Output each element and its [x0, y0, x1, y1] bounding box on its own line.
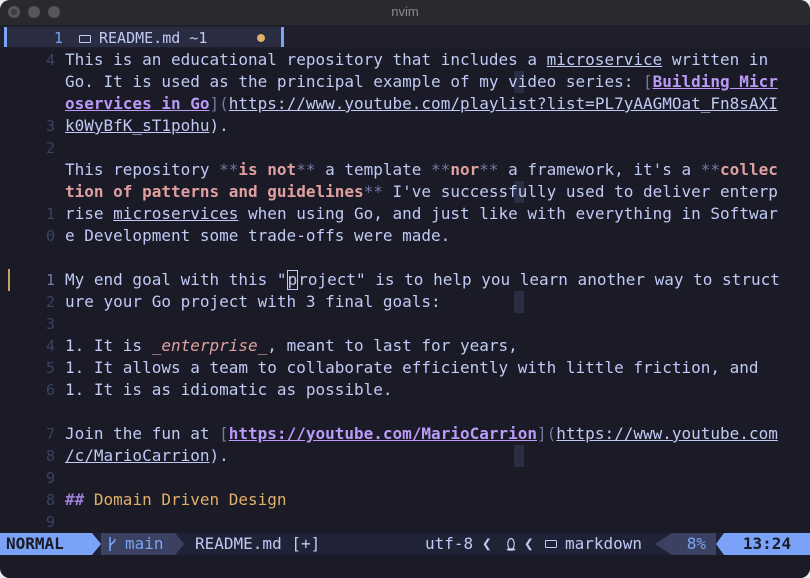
editor-line-current: My end goal with this "project" is to he… — [65, 270, 780, 290]
branch-name: main — [125, 534, 164, 553]
buffer-number: 1 — [54, 29, 64, 47]
filetype: markdown — [565, 534, 643, 553]
editor-line: This is an educational repository that i… — [65, 50, 769, 69]
separator-arrow — [92, 533, 101, 555]
editor-line: rise microservices when using Go, and ju… — [65, 204, 778, 223]
text-cursor: p — [286, 270, 299, 290]
editor-line: ure your Go project with 3 final goals: — [65, 292, 441, 311]
editor-line: This repository **is not** a template **… — [65, 160, 778, 179]
line-number: 3 — [45, 117, 55, 135]
editor-line: 1. It allows a team to collaborate effic… — [65, 358, 759, 377]
buffer-tab-readme[interactable]: 1 README.md ~1 — [4, 27, 284, 47]
editor-line: Go. It is used as the principal example … — [65, 72, 778, 91]
line-number: 5 — [45, 359, 55, 377]
editor-line: oservices in Go](https://www.youtube.com… — [65, 94, 778, 113]
command-line[interactable] — [0, 555, 810, 578]
indent-guide — [514, 445, 524, 467]
scroll-progress: 8% — [672, 533, 716, 555]
line-number: 4 — [45, 337, 55, 355]
line-number: 7 — [45, 425, 55, 443]
linux-tux-icon — [506, 537, 516, 551]
line-number: 4 — [45, 51, 55, 69]
editor-pane[interactable]: 4 This is an educational repository that… — [0, 49, 810, 533]
line-number: 2 — [45, 293, 55, 311]
editor-line: k0WyBfK_sT1pohu). — [65, 116, 229, 135]
statusline: NORMAL main README.md [+] utf-8 ❮ ❮ mark… — [0, 533, 810, 555]
editor-line: e Development some trade-offs were made. — [65, 226, 451, 245]
window-title: nvim — [391, 4, 419, 19]
chevron-left-icon: ❮ — [524, 534, 534, 553]
line-number: 9 — [45, 513, 55, 531]
markdown-icon — [79, 35, 91, 43]
line-number: 8 — [45, 491, 55, 509]
line-number: 8 — [45, 447, 55, 465]
separator-arrow — [655, 533, 672, 555]
current-line-number: 1 — [45, 271, 55, 289]
line-number: 1 — [45, 205, 55, 223]
file-encoding: utf-8 — [425, 534, 474, 553]
editor-line: 1. It is _enterprise_, meant to last for… — [65, 336, 518, 355]
bufferline: 1 README.md ~1 — [0, 25, 810, 49]
chevron-left-icon: ❮ — [482, 534, 492, 553]
editor-line: tion of patterns and guidelines** I've s… — [65, 182, 778, 201]
terminal-window: nvim 1 README.md ~1 4 This is an educati… — [0, 0, 810, 578]
editor-line: /c/MarioCarrion). — [65, 446, 229, 465]
separator-arrow — [716, 533, 724, 555]
indent-guide — [514, 291, 524, 313]
line-number: 6 — [45, 381, 55, 399]
buffer-filename: README.md ~1 — [99, 29, 208, 47]
line-number: 2 — [45, 139, 55, 157]
mode-indicator: NORMAL — [0, 533, 92, 555]
git-branch: main — [101, 533, 175, 555]
separator-arrow — [175, 533, 184, 555]
line-number: 3 — [45, 315, 55, 333]
editor-line: Join the fun at [https://youtube.com/Mar… — [65, 424, 778, 443]
statusline-filename: README.md [+] — [195, 534, 321, 553]
cursor-position: 13:24 — [724, 533, 810, 555]
title-bar: nvim — [0, 0, 810, 25]
modified-dot-icon[interactable] — [257, 34, 265, 42]
line-number: 0 — [45, 227, 55, 245]
editor-line: 1. It is as idiomatic as possible. — [65, 380, 393, 399]
git-branch-icon — [109, 537, 116, 551]
editor-line: ## Domain Driven Design — [65, 490, 287, 509]
line-number: 9 — [45, 469, 55, 487]
markdown-icon — [545, 540, 557, 548]
